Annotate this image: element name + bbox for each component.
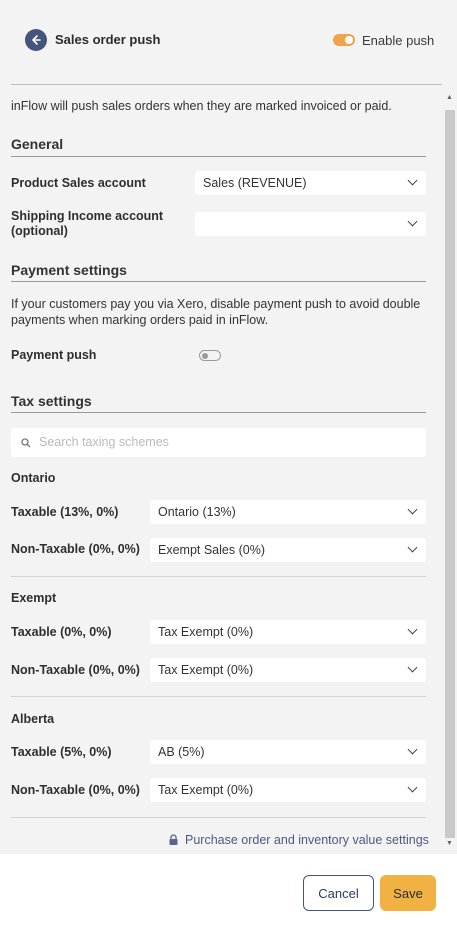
general-divider	[11, 156, 426, 157]
payment-push-toggle[interactable]	[199, 350, 221, 361]
product-sales-select[interactable]: Sales (REVENUE)	[195, 171, 426, 195]
tax-group-name: Alberta	[11, 712, 55, 726]
tax-row-select[interactable]: Tax Exempt (0%)	[150, 620, 426, 644]
tax-row-value: AB (5%)	[158, 745, 205, 759]
tax-row-value: Tax Exempt (0%)	[158, 783, 254, 797]
chevron-down-icon	[407, 744, 418, 755]
back-arrow-icon	[32, 35, 41, 45]
page-title: Sales order push	[55, 32, 161, 47]
chevron-down-icon	[407, 542, 418, 553]
chevron-down-icon	[407, 782, 418, 793]
group-divider	[11, 696, 426, 697]
scroll-down-icon[interactable]: ▼	[446, 840, 453, 847]
enable-push-label: Enable push	[362, 33, 435, 48]
tax-row-label: Non-Taxable (0%, 0%)	[11, 783, 140, 797]
payment-push-label: Payment push	[11, 348, 97, 362]
tax-divider	[11, 412, 426, 413]
payment-heading: Payment settings	[11, 262, 127, 278]
lock-icon	[169, 834, 178, 845]
tax-row-select[interactable]: Tax Exempt (0%)	[150, 778, 426, 802]
product-sales-label: Product Sales account	[11, 176, 146, 190]
payment-divider	[11, 281, 426, 282]
chevron-down-icon	[407, 662, 418, 673]
tax-row-value: Exempt Sales (0%)	[158, 543, 265, 557]
tax-row-select[interactable]: Exempt Sales (0%)	[150, 538, 426, 562]
cancel-button[interactable]: Cancel	[303, 875, 374, 911]
tax-search-input[interactable]: Search taxing schemes	[11, 428, 426, 457]
group-divider	[11, 576, 426, 577]
chevron-down-icon	[407, 216, 418, 227]
header: Sales order push Enable push	[0, 0, 457, 84]
tax-row-select[interactable]: AB (5%)	[150, 740, 426, 764]
po-inventory-settings-link[interactable]: Purchase order and inventory value setti…	[168, 833, 429, 847]
scroll-up-icon[interactable]: ▲	[446, 94, 453, 101]
shipping-income-select[interactable]	[195, 212, 426, 236]
payment-desc-line1: If your customers pay you via Xero, disa…	[11, 297, 421, 311]
tax-group-name: Exempt	[11, 591, 57, 605]
shipping-optional-label: (optional)	[11, 224, 68, 238]
tax-row-value: Tax Exempt (0%)	[158, 663, 254, 677]
tax-heading: Tax settings	[11, 393, 92, 409]
tax-row-label: Non-Taxable (0%, 0%)	[11, 542, 140, 556]
save-button[interactable]: Save	[380, 875, 436, 911]
intro-text: inFlow will push sales orders when they …	[11, 99, 392, 113]
footer: Cancel Save	[0, 854, 457, 925]
tax-row-value: Ontario (13%)	[158, 505, 236, 519]
payment-desc-line2: payments when marking orders paid in inF…	[11, 313, 269, 327]
chevron-down-icon	[407, 175, 418, 186]
tax-row-select[interactable]: Tax Exempt (0%)	[150, 658, 426, 682]
general-heading: General	[11, 136, 64, 152]
shipping-income-label: Shipping Income account	[11, 209, 164, 223]
tax-group-name: Ontario	[11, 471, 56, 485]
tax-row-label: Taxable (5%, 0%)	[11, 745, 112, 759]
group-divider	[11, 817, 426, 818]
chevron-down-icon	[407, 504, 418, 515]
search-icon	[21, 438, 31, 448]
settings-scroll-area[interactable]	[0, 85, 457, 854]
scrollbar[interactable]: ▲ ▼	[443, 94, 457, 854]
tax-row-label: Non-Taxable (0%, 0%)	[11, 663, 140, 677]
product-sales-value: Sales (REVENUE)	[203, 176, 307, 190]
tax-search-placeholder: Search taxing schemes	[39, 435, 169, 449]
tax-row-select[interactable]: Ontario (13%)	[150, 500, 426, 524]
po-inventory-settings-label: Purchase order and inventory value setti…	[185, 833, 429, 847]
tax-row-value: Tax Exempt (0%)	[158, 625, 254, 639]
tax-row-label: Taxable (13%, 0%)	[11, 505, 119, 519]
chevron-down-icon	[407, 624, 418, 635]
back-button[interactable]	[25, 29, 47, 51]
tax-row-label: Taxable (0%, 0%)	[11, 625, 112, 639]
scrollbar-thumb[interactable]	[445, 110, 455, 838]
enable-push-toggle[interactable]	[333, 34, 355, 46]
